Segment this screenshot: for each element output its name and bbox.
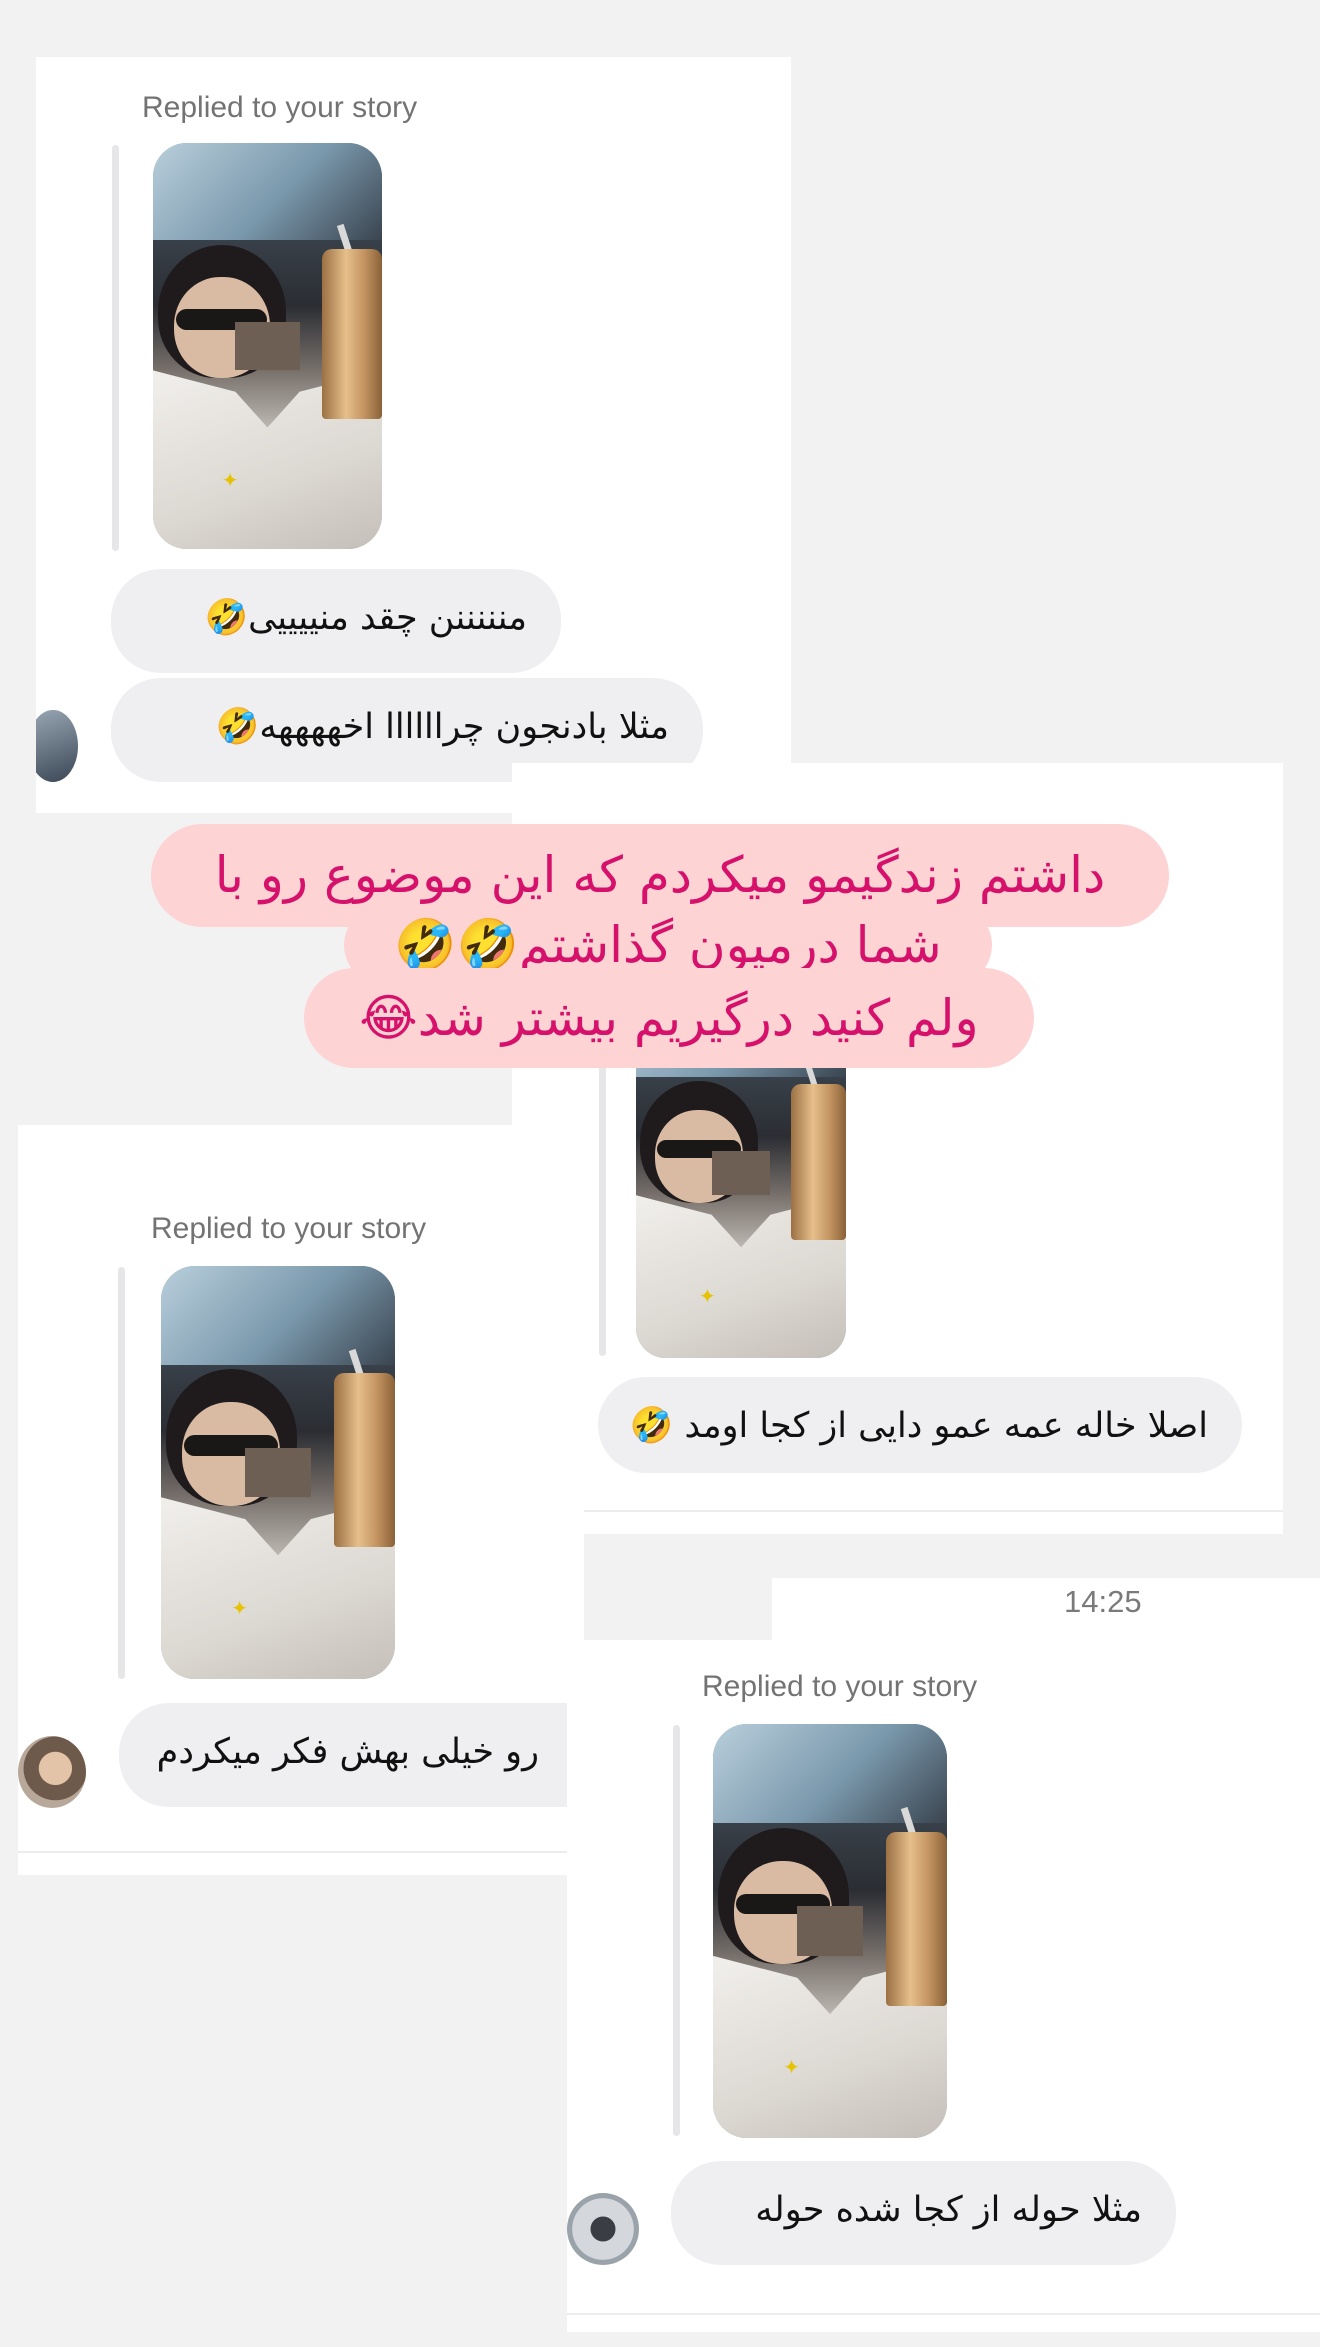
message-bubble[interactable]: مثلا حوله از کجا شده حوله	[671, 2161, 1176, 2265]
card-divider	[512, 1510, 1283, 1512]
message-bubble[interactable]: اصلا خاله عمه عمو دایی از کجا اومد 🤣	[598, 1377, 1242, 1473]
story-thumbnail[interactable]: ✦	[153, 143, 382, 549]
card-divider	[567, 2313, 1320, 2315]
story-thumbnail[interactable]: ✦	[161, 1266, 395, 1679]
story-reply-card-1: Replied to your story ✦ منننننن چقد منیی…	[36, 57, 791, 813]
reply-quote-bar	[599, 1063, 606, 1356]
replied-to-story-label: Replied to your story	[151, 1212, 427, 1245]
reply-quote-bar	[118, 1267, 125, 1679]
card-divider	[18, 1851, 584, 1853]
story-reply-card-3: Replied to your story ✦ رو خیلی بهش فکر …	[18, 1125, 584, 1875]
message-bubble[interactable]: رو خیلی بهش فکر میکردم	[119, 1703, 584, 1807]
message-bubble[interactable]: منننننن چقد منییییی🤣	[111, 569, 561, 673]
replied-to-story-label: Replied to your story	[702, 1670, 978, 1703]
story-thumbnail[interactable]: ✦	[713, 1724, 947, 2138]
message-timestamp: 14:25	[1064, 1584, 1142, 1619]
reply-quote-bar	[112, 145, 119, 551]
user-avatar[interactable]	[36, 710, 78, 782]
replied-to-story-label: Replied to your story	[142, 91, 418, 124]
reply-quote-bar	[673, 1725, 680, 2136]
user-avatar[interactable]	[567, 2193, 639, 2265]
user-avatar[interactable]	[18, 1736, 86, 1808]
caption-line-3: ولم کنید درگیریم بیشتر شد😂	[304, 968, 1034, 1068]
story-reply-card-4: Replied to your story ✦ مثلا حوله از کجا…	[567, 1640, 1320, 2332]
